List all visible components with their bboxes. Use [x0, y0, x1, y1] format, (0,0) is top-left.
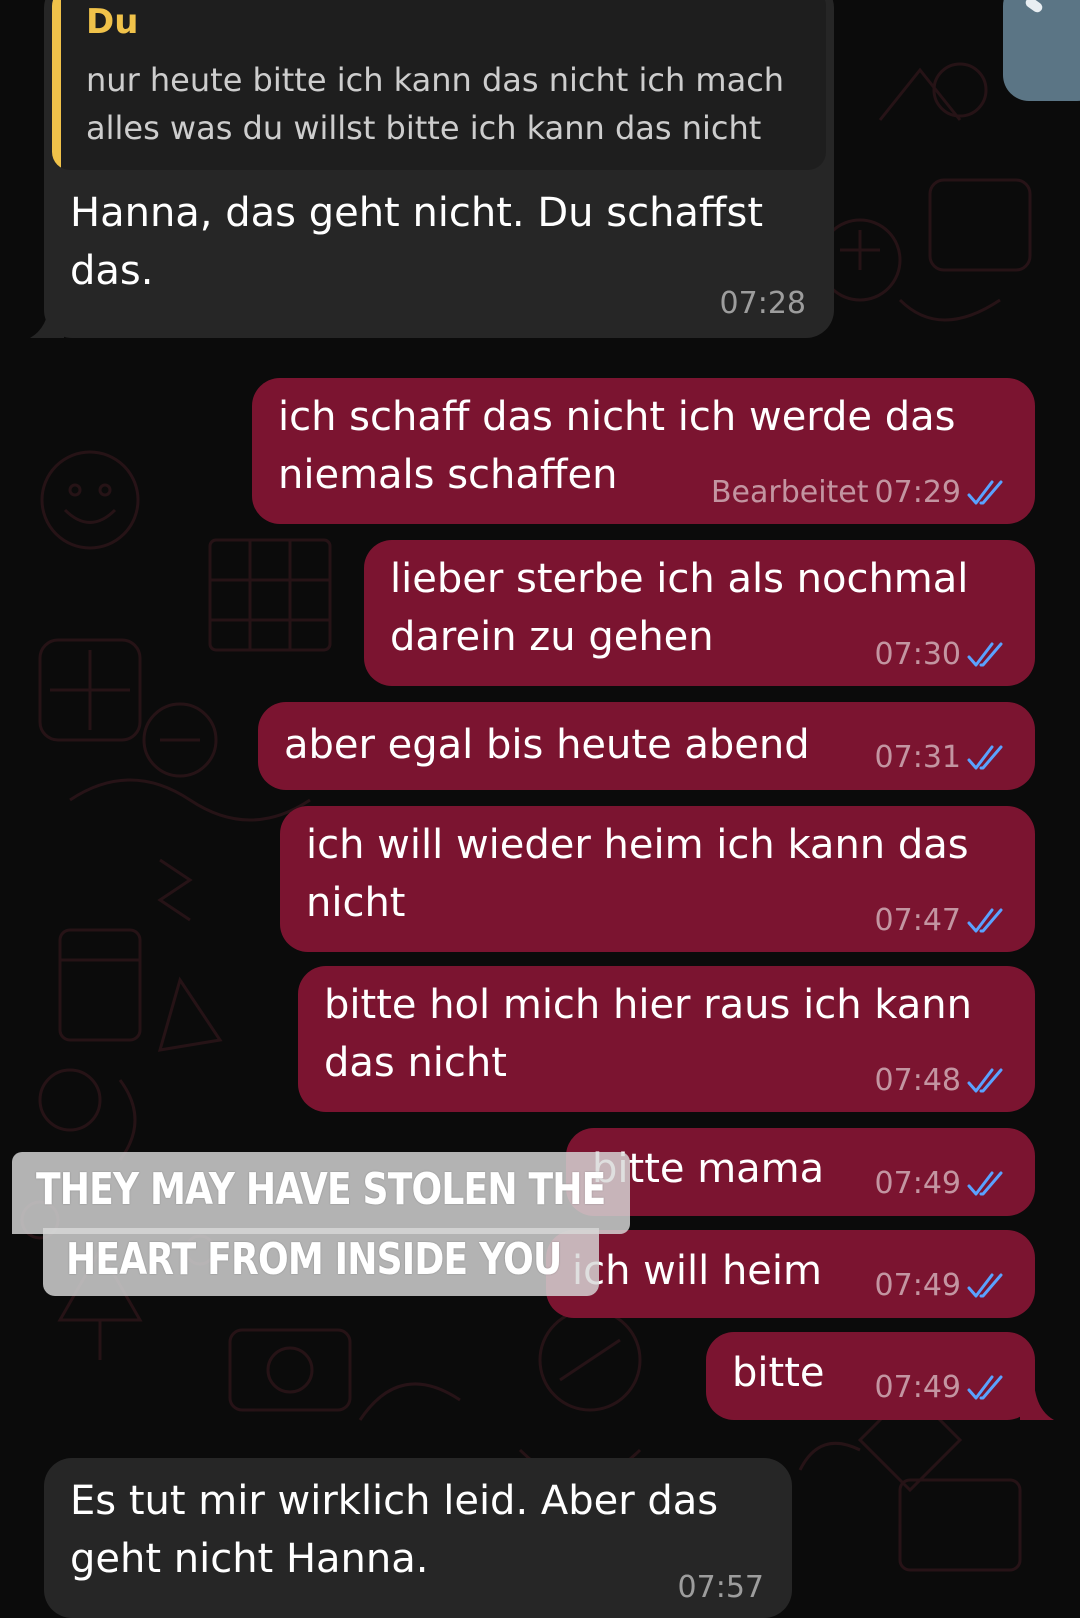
quote-text: nur heute bitte ich kann das nicht ich m… — [86, 56, 784, 152]
message-text: ich will heim — [572, 1242, 822, 1300]
message-line: bitte hol mich hier raus ich kann — [324, 982, 972, 1028]
double-check-read-icon — [967, 1375, 1007, 1401]
quote-accent-bar — [52, 0, 61, 170]
message-meta: 07:47 — [875, 903, 1007, 938]
time-label: 07:49 — [874, 1166, 961, 1201]
message-text: aber egal bis heute abend — [284, 716, 810, 774]
outgoing-message-bubble[interactable]: aber egal bis heute abend 07:31 — [258, 702, 1035, 790]
reply-quote[interactable]: Du nur heute bitte ich kann das nicht ic… — [52, 0, 826, 170]
bubble-tail — [1020, 1382, 1054, 1420]
quote-author: Du — [86, 2, 139, 42]
outgoing-message-bubble[interactable]: ich will heim 07:49 — [546, 1230, 1035, 1318]
message-line: nicht — [306, 880, 406, 926]
message-meta: 07:49 — [875, 1166, 1007, 1201]
message-text: Es tut mir wirklich leid. Aber das geht … — [70, 1472, 718, 1588]
edited-label: Bearbeitet — [710, 475, 869, 510]
message-line: lieber sterbe ich als nochmal — [390, 556, 969, 602]
message-line: das. — [70, 248, 154, 294]
outgoing-message-bubble[interactable]: ich schaff das nicht ich werde das niema… — [252, 378, 1035, 524]
message-meta: Bearbeitet 07:29 — [711, 475, 1007, 510]
double-check-read-icon — [967, 642, 1007, 668]
caption-line: HEART FROM INSIDE YOU — [66, 1234, 562, 1285]
quote-line: nur heute bitte ich kann das nicht ich m… — [86, 61, 785, 99]
outgoing-message-bubble[interactable]: bitte 07:49 — [706, 1332, 1035, 1420]
quote-line: alles was du willst bitte ich kann das n… — [86, 109, 762, 147]
double-check-read-icon — [967, 908, 1007, 934]
media-thumbnail[interactable] — [1003, 0, 1080, 101]
message-meta: 07:48 — [875, 1063, 1007, 1098]
double-check-read-icon — [967, 745, 1007, 771]
time-label: 07:31 — [874, 740, 961, 775]
incoming-message-bubble[interactable]: Es tut mir wirklich leid. Aber das geht … — [44, 1458, 792, 1618]
message-line: ich will heim — [572, 1248, 822, 1294]
message-line: bitte — [732, 1350, 825, 1396]
double-check-read-icon — [967, 1273, 1007, 1299]
time-label: 07:29 — [874, 475, 961, 510]
outgoing-message-bubble[interactable]: lieber sterbe ich als nochmal darein zu … — [364, 540, 1035, 686]
outgoing-message-bubble[interactable]: ich will wieder heim ich kann das nicht … — [280, 806, 1035, 952]
message-timestamp: 07:57 — [678, 1570, 764, 1605]
caption-line: THEY MAY HAVE STOLEN THE — [36, 1164, 606, 1215]
bubble-tail — [30, 300, 64, 338]
message-line: Hanna, das geht nicht. Du schaffst — [70, 190, 764, 236]
message-line: geht nicht Hanna. — [70, 1536, 429, 1582]
thumbnail-glint — [1023, 0, 1045, 15]
time-label: 07:28 — [719, 286, 806, 321]
message-meta: 07:31 — [875, 740, 1007, 775]
message-meta: 07:30 — [875, 637, 1007, 672]
message-text: ich will wieder heim ich kann das nicht — [306, 816, 969, 932]
time-label: 07:30 — [874, 637, 961, 672]
double-check-read-icon — [967, 480, 1007, 506]
incoming-message-bubble[interactable]: Du nur heute bitte ich kann das nicht ic… — [44, 0, 834, 338]
message-text: Hanna, das geht nicht. Du schaffst das. — [70, 184, 763, 300]
outgoing-message-bubble[interactable]: bitte hol mich hier raus ich kann das ni… — [298, 966, 1035, 1112]
message-meta: 07:49 — [875, 1370, 1007, 1405]
message-line: ich schaff das nicht ich werde das — [278, 394, 956, 440]
message-meta: 07:49 — [875, 1268, 1007, 1303]
time-label: 07:49 — [874, 1370, 961, 1405]
time-label: 07:57 — [677, 1570, 764, 1605]
message-line: ich will wieder heim ich kann das — [306, 822, 969, 868]
double-check-read-icon — [967, 1068, 1007, 1094]
double-check-read-icon — [967, 1171, 1007, 1197]
message-timestamp: 07:28 — [720, 286, 806, 321]
time-label: 07:49 — [874, 1268, 961, 1303]
message-line: aber egal bis heute abend — [284, 722, 810, 768]
time-label: 07:47 — [874, 903, 961, 938]
message-text: bitte — [732, 1344, 824, 1402]
time-label: 07:48 — [874, 1063, 961, 1098]
outgoing-message-bubble[interactable]: bitte mama 07:49 — [566, 1128, 1035, 1216]
message-line: Es tut mir wirklich leid. Aber das — [70, 1478, 719, 1524]
